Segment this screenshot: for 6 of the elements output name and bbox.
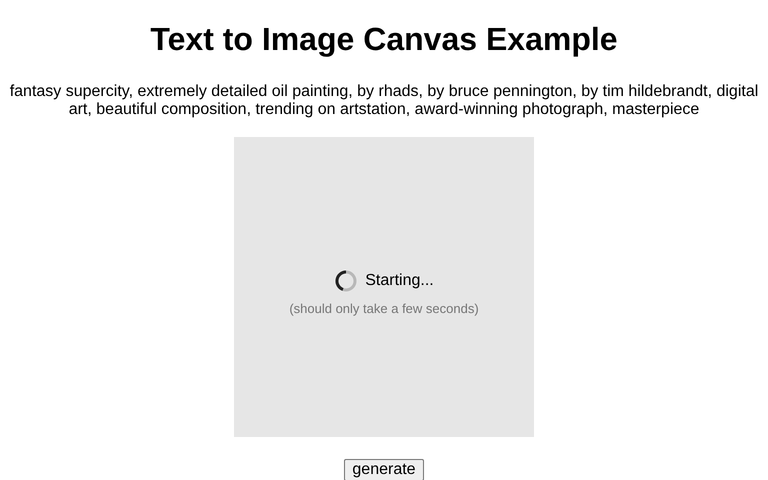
spinner-icon — [334, 268, 358, 292]
prompt-text: fantasy supercity, extremely detailed oil painting, by rhads, by bruce pennington, by tim hildebrandt, digital art, beautiful composition, trending on artstation, award-winning photograph, masterpiece — [8, 83, 760, 119]
page-title: Text to Image Canvas Example — [150, 21, 618, 58]
generate-button[interactable]: generate — [344, 459, 424, 480]
hint-text: (should only take a few seconds) — [289, 300, 479, 316]
status-text: Starting... — [365, 272, 434, 290]
